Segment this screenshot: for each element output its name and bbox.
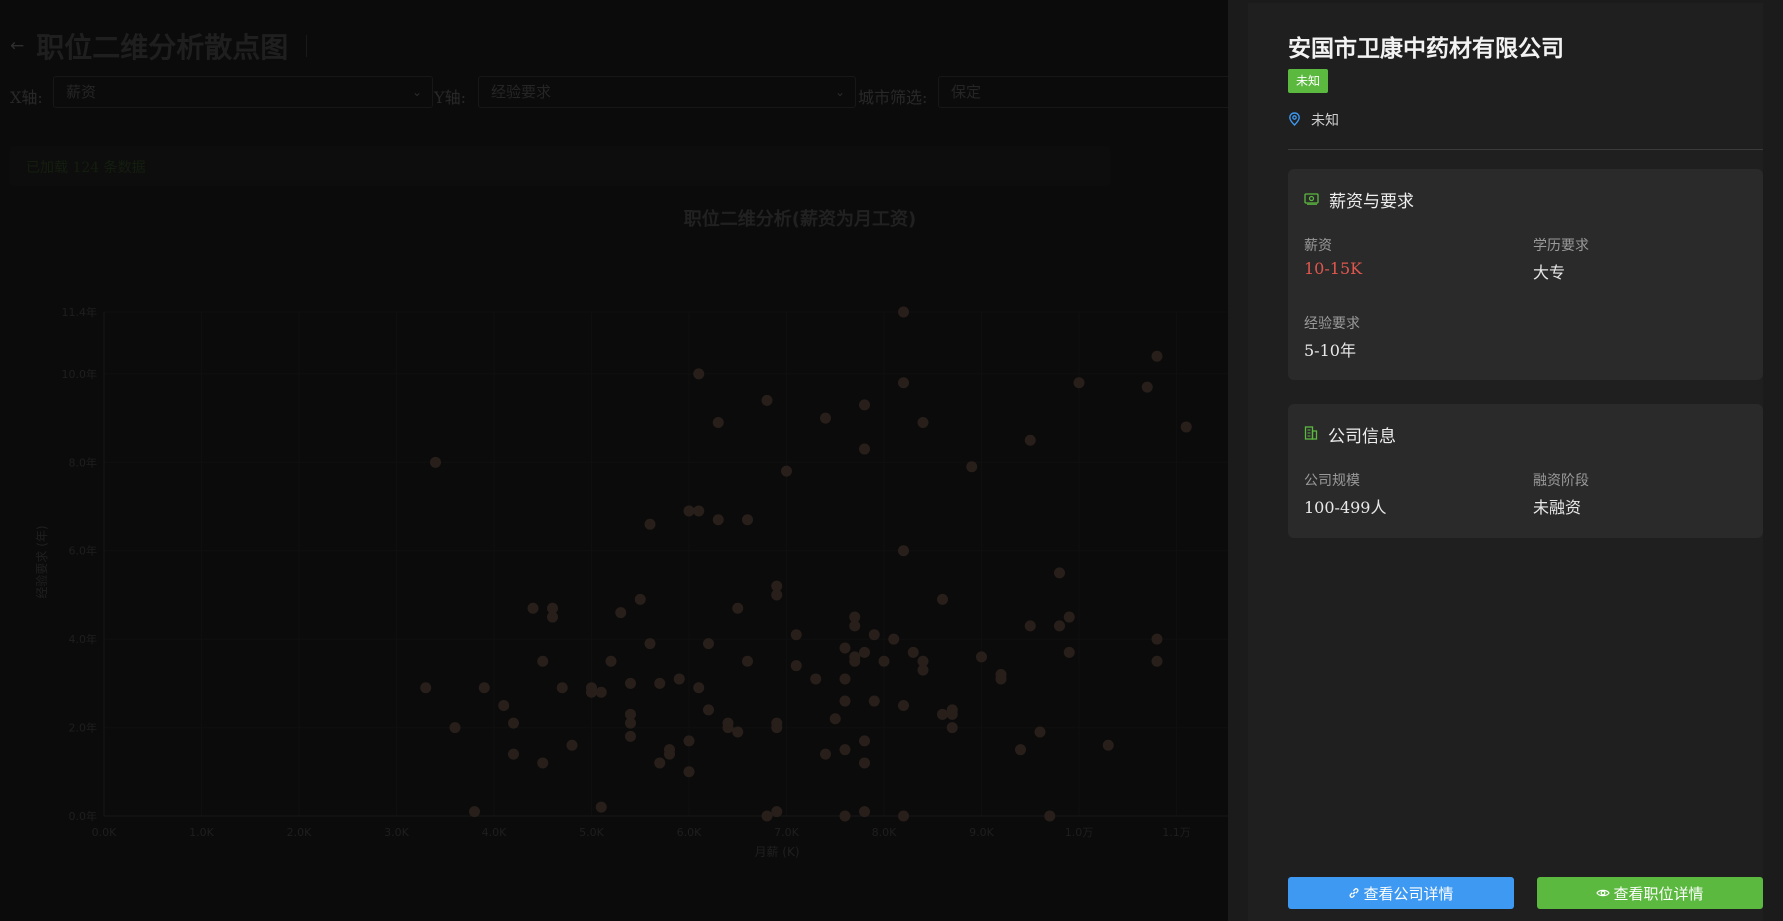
company-name: 安国市卫康中药材有限公司	[1288, 35, 1564, 62]
view-company-button[interactable]: 查看公司详情	[1288, 877, 1514, 909]
company-card-header: 公司信息	[1304, 422, 1396, 447]
company-scale-value: 100-499人	[1304, 498, 1387, 517]
funding-stage-label: 融资阶段	[1533, 473, 1589, 489]
experience-label: 经验要求	[1304, 316, 1360, 332]
company-card-title: 公司信息	[1328, 427, 1396, 447]
company-info-card: 公司信息 公司规模 100-499人 融资阶段 未融资	[1288, 404, 1763, 538]
salary-value: 10-15K	[1304, 259, 1363, 278]
money-icon	[1304, 190, 1319, 209]
experience-value: 5-10年	[1304, 341, 1356, 360]
view-job-button[interactable]: 查看职位详情	[1537, 877, 1763, 909]
detail-drawer: 安国市卫康中药材有限公司 未知 未知 薪资与要求 薪资 10-15K 学历要求 …	[1228, 0, 1783, 921]
salary-label: 薪资	[1304, 238, 1332, 254]
map-pin-icon	[1288, 111, 1301, 130]
divider	[1288, 149, 1763, 150]
view-job-button-label: 查看职位详情	[1613, 884, 1704, 903]
view-company-button-label: 查看公司详情	[1363, 884, 1454, 903]
status-badge: 未知	[1288, 69, 1329, 93]
education-value: 大专	[1533, 263, 1566, 282]
funding-stage-value: 未融资	[1533, 498, 1582, 517]
education-label: 学历要求	[1533, 238, 1589, 254]
salary-card-title: 薪资与要求	[1329, 192, 1414, 212]
eye-icon	[1596, 888, 1611, 898]
location-row: 未知	[1288, 110, 1339, 130]
building-icon	[1304, 425, 1318, 444]
location-text: 未知	[1311, 113, 1339, 129]
drawer-panel: 安国市卫康中药材有限公司 未知 未知 薪资与要求 薪资 10-15K 学历要求 …	[1248, 3, 1763, 921]
company-scale-label: 公司规模	[1304, 473, 1360, 489]
salary-requirements-card: 薪资与要求 薪资 10-15K 学历要求 大专 经验要求 5-10年	[1288, 169, 1763, 380]
link-icon	[1348, 887, 1360, 899]
salary-card-header: 薪资与要求	[1304, 187, 1414, 212]
